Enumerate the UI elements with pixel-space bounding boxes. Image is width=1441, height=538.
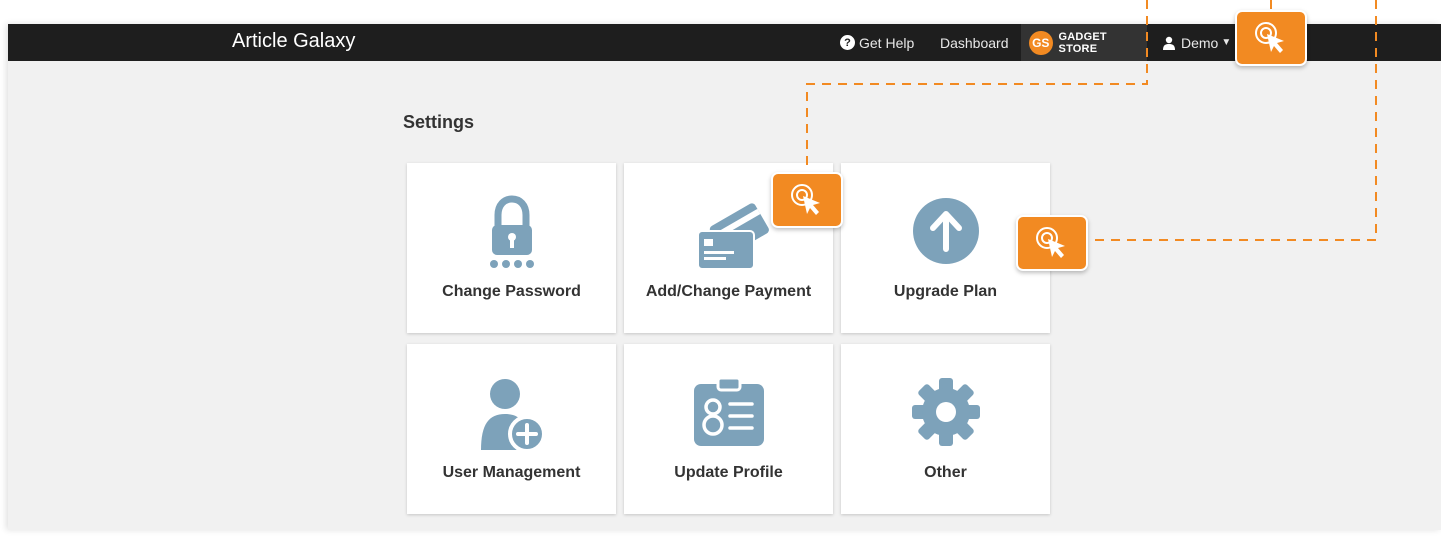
other-card[interactable]: Other: [841, 344, 1050, 514]
top-navbar: Article Galaxy ? Get Help Dashboard GS G…: [8, 24, 1441, 61]
card-label: User Management: [442, 464, 581, 481]
update-profile-card[interactable]: Update Profile: [624, 344, 833, 514]
page-title: Settings: [403, 112, 475, 132]
question-circle-icon: ?: [840, 35, 855, 50]
card-label: Add/Change Payment: [645, 283, 812, 300]
card-label: Upgrade Plan: [893, 283, 998, 300]
click-pointer-icon: [1036, 227, 1065, 258]
app-window: Article Galaxy ? Get Help Dashboard GS G…: [8, 24, 1441, 530]
arrow-up-circle-icon: [912, 198, 979, 264]
dashboard-link[interactable]: Dashboard: [940, 24, 1009, 61]
store-selector[interactable]: GS GADGET STORE: [1021, 24, 1147, 61]
click-pointer-icon: [791, 184, 820, 215]
user-management-card[interactable]: User Management: [407, 344, 616, 514]
get-help-label: Get Help: [859, 34, 915, 51]
change-password-card[interactable]: Change Password: [407, 163, 616, 333]
card-label: Update Profile: [674, 464, 783, 481]
get-help-link[interactable]: ? Get Help: [840, 24, 914, 61]
id-badge-icon: [693, 376, 764, 446]
user-icon: [1163, 36, 1175, 50]
padlock-icon: [489, 195, 534, 268]
store-name: GADGET STORE: [1058, 30, 1107, 55]
add-user-icon: [480, 379, 546, 453]
user-name: Demo: [1181, 34, 1219, 51]
card-label: Change Password: [442, 283, 581, 300]
click-indicator-user-menu: [1235, 10, 1307, 66]
caret-down-icon: ▼: [1221, 37, 1232, 48]
dashboard-label: Dashboard: [940, 34, 1009, 51]
store-avatar: GS: [1029, 30, 1053, 55]
app-brand[interactable]: Article Galaxy: [232, 30, 355, 53]
user-menu[interactable]: Demo ▼: [1162, 24, 1231, 61]
click-pointer-icon: [1255, 22, 1284, 53]
credit-card-icon: [696, 203, 769, 270]
click-indicator-upgrade: [1016, 215, 1088, 271]
gear-icon: [911, 378, 980, 446]
click-indicator-payment: [771, 172, 843, 228]
card-label: Other: [924, 464, 967, 481]
